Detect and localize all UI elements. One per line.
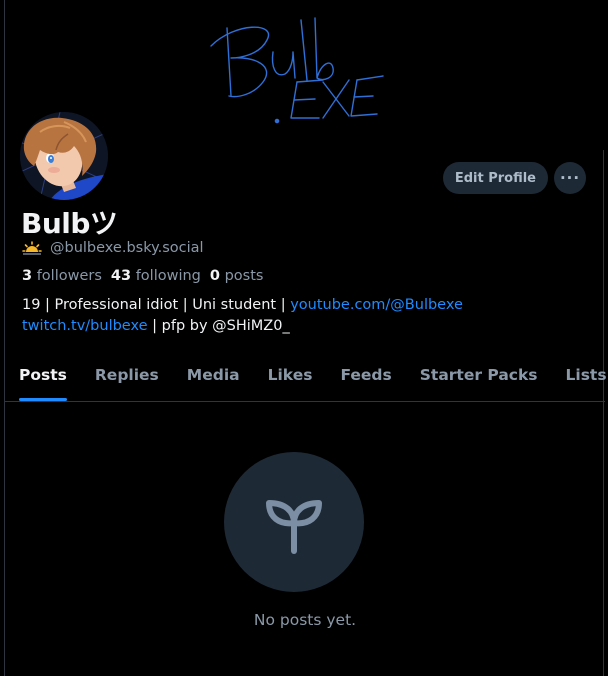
edit-profile-button[interactable]: Edit Profile [442, 162, 548, 194]
ellipsis-icon[interactable]: ··· [554, 162, 586, 194]
empty-state-badge [224, 452, 364, 592]
handle-row: @bulbexe.bsky.social [22, 240, 204, 256]
tab-replies[interactable]: Replies [81, 352, 173, 401]
empty-state-message: No posts yet. [253, 611, 357, 629]
tab-likes[interactable]: Likes [254, 352, 327, 401]
profile-bio: 19 | Professional idiot | Uni student | … [22, 295, 592, 337]
sun-icon [22, 241, 42, 255]
profile-tabs: Posts Replies Media Likes Feeds Starter … [5, 352, 608, 402]
tab-feeds[interactable]: Feeds [326, 352, 405, 401]
sprout-icon [266, 500, 322, 554]
bio-text: 19 | Professional idiot | Uni student | [22, 297, 291, 313]
banner-handwriting [210, 17, 384, 124]
youtube-link[interactable]: youtube.com/@Bulbexe [290, 297, 463, 313]
avatar[interactable] [18, 110, 110, 202]
following-stat[interactable]: 43 following [111, 268, 201, 284]
profile-page: Edit Profile ··· Bulbツ @bulbexe.bsky.soc… [4, 0, 608, 676]
twitch-link[interactable]: twitch.tv/bulbexe [22, 318, 148, 334]
tab-media[interactable]: Media [173, 352, 254, 401]
tab-starter-packs[interactable]: Starter Packs [406, 352, 552, 401]
handle[interactable]: @bulbexe.bsky.social [50, 240, 204, 256]
tab-posts[interactable]: Posts [5, 352, 81, 401]
posts-stat: 0 posts [209, 268, 264, 284]
tab-lists[interactable]: Lists [552, 352, 608, 401]
profile-actions: Edit Profile ··· [442, 162, 586, 194]
profile-stats: 3 followers 43 following 0 posts [22, 268, 263, 284]
bio-text-suffix: | pfp by @SHiMZ0_ [147, 318, 290, 334]
display-name: Bulbツ [21, 207, 118, 240]
anime-boy-avatar [20, 112, 108, 200]
followers-stat[interactable]: 3 followers [22, 268, 102, 284]
